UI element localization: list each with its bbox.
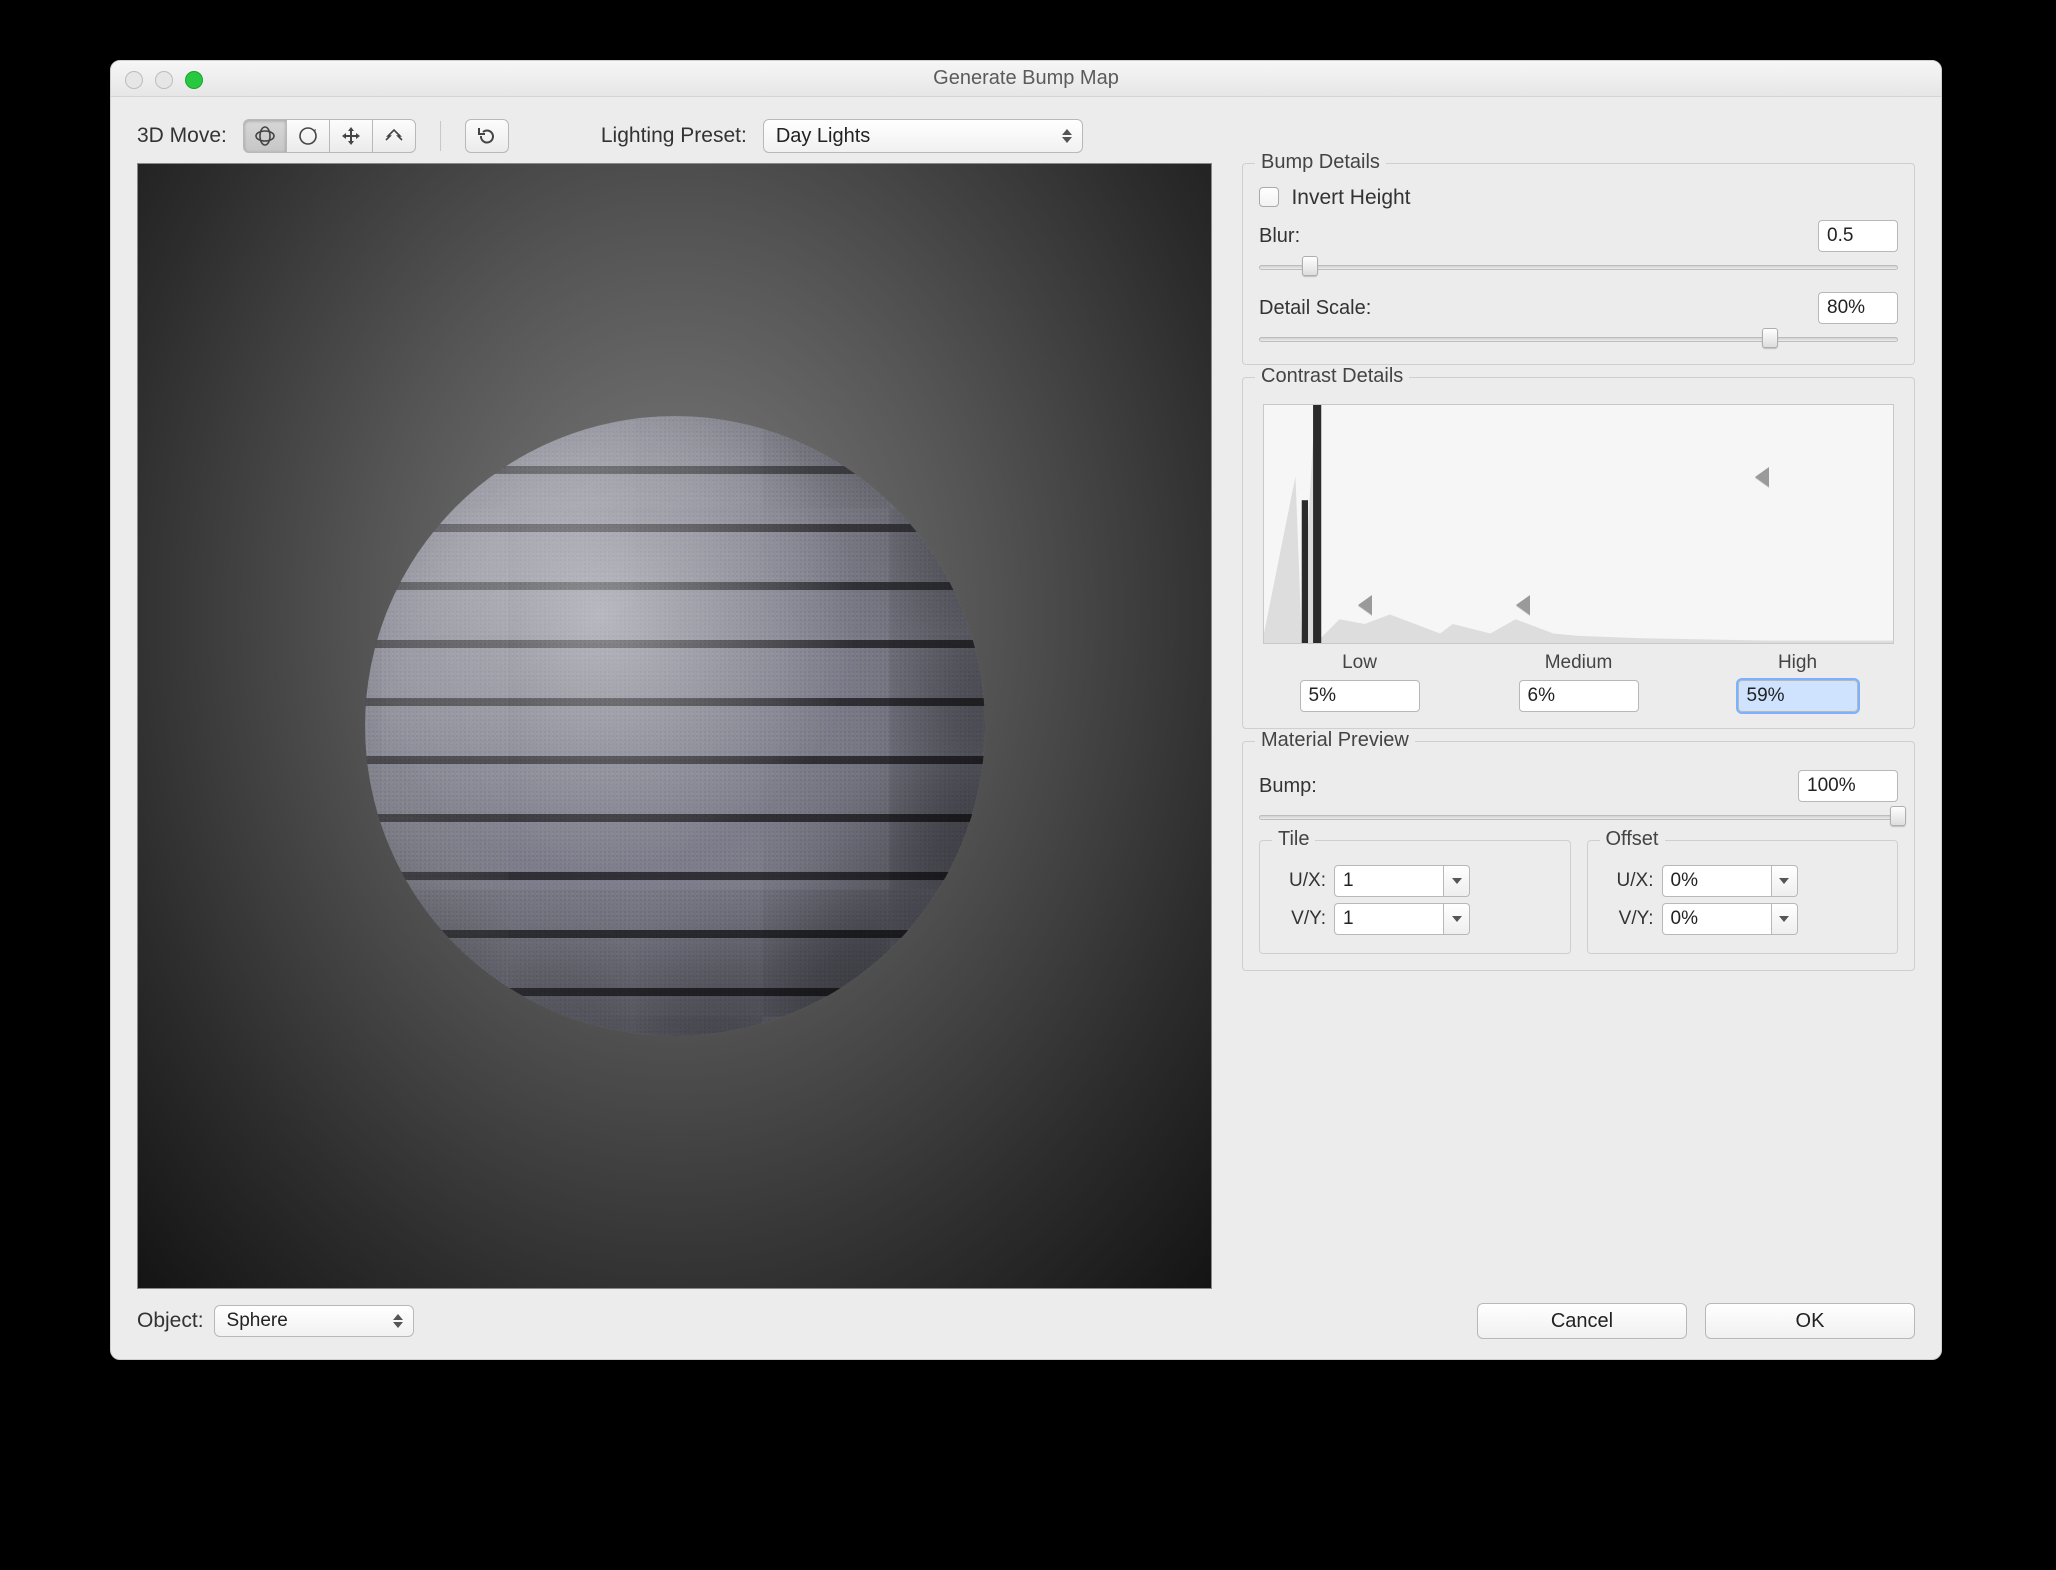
orbit-tool-button[interactable] [243, 119, 287, 153]
zoom-window-button[interactable] [185, 71, 203, 89]
blur-label: Blur: [1259, 225, 1300, 248]
detail-scale-field[interactable] [1818, 292, 1898, 324]
contrast-histogram[interactable] [1263, 404, 1894, 644]
minimize-window-button[interactable] [155, 71, 173, 89]
invert-height-checkbox[interactable] [1259, 187, 1279, 207]
object-value: Sphere [227, 1310, 288, 1332]
detail-scale-slider[interactable] [1259, 330, 1898, 348]
material-preview-group: Material Preview Bump: Tile U/X: [1242, 741, 1915, 971]
reset-button[interactable] [465, 119, 509, 153]
contrast-high-label: High [1697, 652, 1898, 674]
tile-vy-field[interactable] [1334, 903, 1444, 935]
toolbar-separator [440, 121, 441, 151]
invert-height-label: Invert Height [1291, 186, 1410, 209]
offset-ux-label: U/X: [1600, 870, 1654, 892]
tile-ux-field[interactable] [1334, 865, 1444, 897]
contrast-details-group: Contrast Details Low [1242, 377, 1915, 729]
lighting-preset-value: Day Lights [776, 125, 871, 148]
detail-scale-label: Detail Scale: [1259, 297, 1371, 320]
tile-vy-label: V/Y: [1272, 908, 1326, 930]
blur-slider[interactable] [1259, 258, 1898, 276]
ok-button-label: OK [1796, 1310, 1825, 1333]
tile-group: Tile U/X: V/Y: [1259, 840, 1571, 954]
bump-details-legend: Bump Details [1255, 151, 1386, 174]
tile-vy-dropdown-button[interactable] [1444, 903, 1470, 935]
footer: Object: Sphere Cancel OK [137, 1303, 1915, 1339]
rotate-tool-button[interactable] [286, 119, 330, 153]
offset-legend: Offset [1600, 828, 1665, 851]
offset-group: Offset U/X: V/Y: [1587, 840, 1899, 954]
object-select[interactable]: Sphere [214, 1305, 414, 1337]
offset-vy-label: V/Y: [1600, 908, 1654, 930]
window-title: Generate Bump Map [111, 67, 1941, 90]
offset-vy-field[interactable] [1662, 903, 1772, 935]
offset-vy-dropdown-button[interactable] [1772, 903, 1798, 935]
bump-label: Bump: [1259, 775, 1317, 798]
pan-tool-button[interactable] [329, 119, 373, 153]
bump-slider[interactable] [1259, 808, 1898, 826]
contrast-high-field[interactable] [1738, 680, 1858, 712]
material-preview-legend: Material Preview [1255, 729, 1415, 752]
toolbar: 3D Move: Lighting Pres [137, 119, 1915, 153]
contrast-low-field[interactable] [1300, 680, 1420, 712]
bump-details-group: Bump Details Invert Height Blur: [1242, 163, 1915, 365]
contrast-medium-marker-icon[interactable] [1516, 595, 1530, 615]
bump-field[interactable] [1798, 770, 1898, 802]
tile-legend: Tile [1272, 828, 1315, 851]
3d-preview-viewport[interactable] [137, 163, 1212, 1289]
contrast-low-marker-icon[interactable] [1358, 595, 1372, 615]
window-controls [125, 71, 203, 89]
offset-ux-dropdown-button[interactable] [1772, 865, 1798, 897]
contrast-medium-field[interactable] [1519, 680, 1639, 712]
cancel-button[interactable]: Cancel [1477, 1303, 1687, 1339]
contrast-details-legend: Contrast Details [1255, 365, 1409, 388]
contrast-high-marker-icon[interactable] [1755, 467, 1769, 487]
preview-sphere [365, 416, 985, 1036]
close-window-button[interactable] [125, 71, 143, 89]
slide-tool-button[interactable] [372, 119, 416, 153]
3d-move-tool-group [243, 119, 416, 153]
move-label: 3D Move: [137, 124, 227, 148]
tile-ux-label: U/X: [1272, 870, 1326, 892]
cancel-button-label: Cancel [1551, 1310, 1613, 1333]
contrast-low-label: Low [1259, 652, 1460, 674]
object-label: Object: [137, 1309, 204, 1333]
offset-ux-field[interactable] [1662, 865, 1772, 897]
tile-ux-dropdown-button[interactable] [1444, 865, 1470, 897]
blur-field[interactable] [1818, 220, 1898, 252]
lighting-preset-select[interactable]: Day Lights [763, 119, 1083, 153]
dialog-window: Generate Bump Map 3D Move: [110, 60, 1942, 1360]
lighting-preset-label: Lighting Preset: [601, 124, 747, 148]
contrast-medium-label: Medium [1478, 652, 1679, 674]
ok-button[interactable]: OK [1705, 1303, 1915, 1339]
titlebar: Generate Bump Map [111, 61, 1941, 97]
